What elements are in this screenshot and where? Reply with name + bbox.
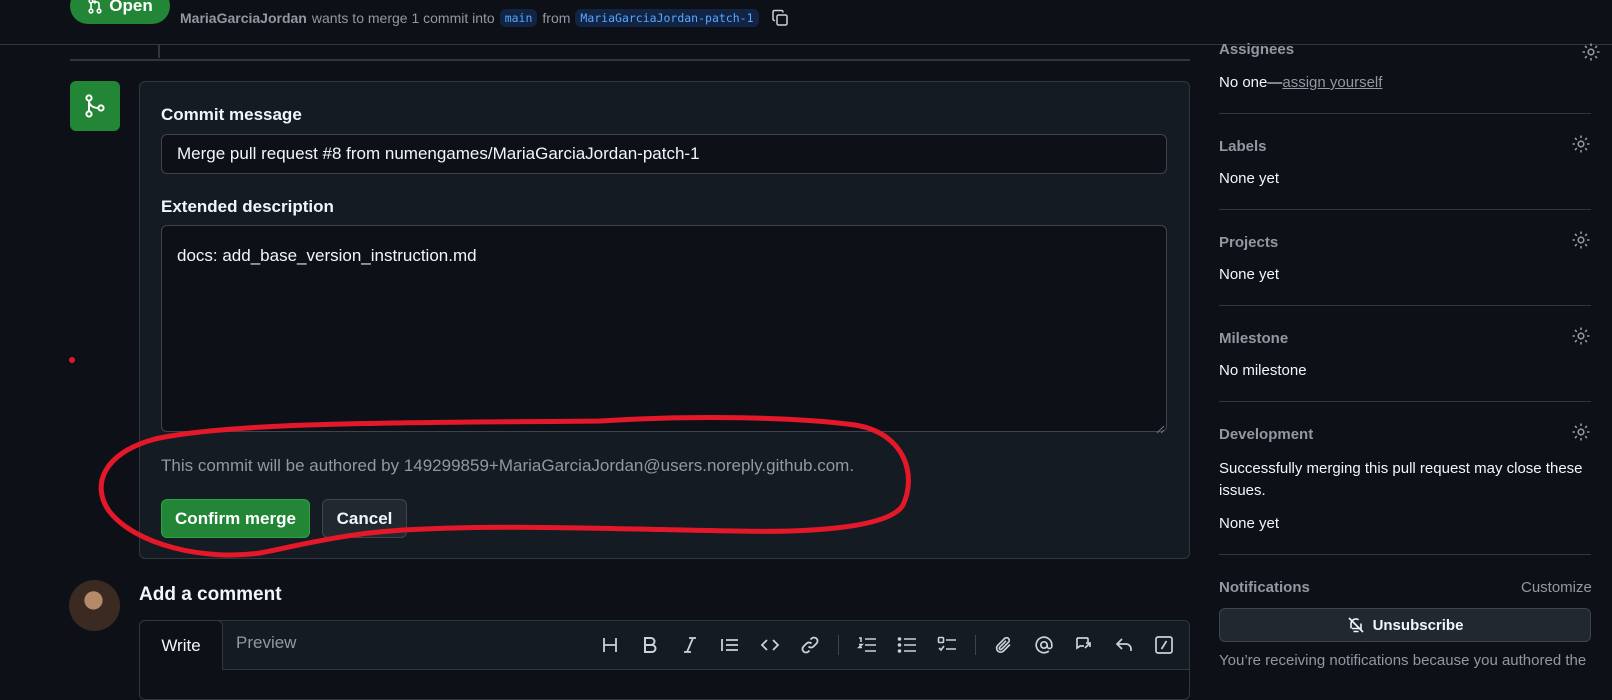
unsubscribe-label: Unsubscribe [1372,616,1464,634]
head-branch[interactable]: MariaGarciaJordan-patch-1 [575,9,759,27]
copy-icon[interactable] [770,8,790,28]
base-branch[interactable]: main [499,9,538,27]
bell-slash-icon [1347,616,1365,634]
toolbar-divider [838,635,839,655]
attachment-icon[interactable] [984,632,1024,658]
projects-title[interactable]: Projects [1219,234,1278,251]
unsubscribe-button[interactable]: Unsubscribe [1219,608,1591,642]
milestone-title[interactable]: Milestone [1219,330,1288,347]
commit-author-note: This commit will be authored by 14929985… [161,456,855,475]
milestone-value: No milestone [1219,362,1307,379]
notifications-title: Notifications [1219,579,1310,596]
tab-write[interactable]: Write [139,620,223,670]
commit-message-input[interactable] [161,134,1167,174]
gear-icon[interactable] [1571,134,1591,154]
gear-icon[interactable] [1571,326,1591,346]
timeline-line [158,44,160,58]
confirm-merge-button[interactable]: Confirm merge [161,499,310,538]
development-title[interactable]: Development [1219,426,1313,443]
mention-icon[interactable] [1024,632,1064,658]
cross-reference-icon[interactable] [1064,632,1104,658]
reply-icon[interactable] [1104,632,1144,658]
resize-grip-icon[interactable] [1155,421,1165,439]
cancel-button[interactable]: Cancel [322,499,407,538]
extended-description-label: Extended description [161,197,334,216]
assignees-title[interactable]: Assignees [1219,41,1294,58]
add-comment-heading: Add a comment [139,584,282,605]
annotation-dot [69,357,75,363]
unordered-list-icon[interactable] [887,632,927,658]
pr-author-link[interactable]: MariaGarciaJordan [180,10,307,26]
gear-icon[interactable] [1581,42,1601,62]
assignees-none: No one— [1219,74,1283,91]
slash-commands-icon[interactable] [1144,632,1184,658]
pr-state-badge: Open [70,0,170,24]
sidebar-divider [1219,113,1591,114]
commit-message-label: Commit message [161,105,302,124]
pr-state-label: Open [109,0,153,15]
merge-summary: MariaGarciaJordan wants to merge 1 commi… [180,8,790,28]
customize-link[interactable]: Customize [1521,579,1592,596]
assignees-value: No one—assign yourself [1219,74,1382,91]
toolbar-divider [975,635,976,655]
markdown-toolbar [590,632,1184,658]
heading-icon[interactable] [590,632,630,658]
user-avatar[interactable] [69,580,120,631]
development-value: None yet [1219,515,1280,532]
sidebar-divider [1219,305,1591,306]
task-list-icon[interactable] [927,632,967,658]
timeline-divider [70,59,1190,61]
gear-icon[interactable] [1571,230,1591,250]
merge-text: wants to merge 1 commit into [311,10,495,26]
sidebar-divider [1219,554,1591,555]
projects-value: None yet [1219,266,1280,283]
tab-preview[interactable]: Preview [236,633,296,653]
sidebar-divider [1219,401,1591,402]
italic-icon[interactable] [670,632,710,658]
development-note: Successfully merging this pull request m… [1219,460,1583,499]
git-pull-request-icon [87,0,103,14]
notifications-note: You’re receiving notifications because y… [1219,652,1587,669]
from-text: from [542,10,571,26]
code-icon[interactable] [750,632,790,658]
bold-icon[interactable] [630,632,670,658]
sidebar-divider [1219,209,1591,210]
link-icon[interactable] [790,632,830,658]
extended-description-textarea[interactable]: docs: add_base_version_instruction.md [161,225,1167,432]
ordered-list-icon[interactable] [847,632,887,658]
git-merge-icon [70,81,120,131]
labels-title[interactable]: Labels [1219,138,1267,155]
gear-icon[interactable] [1571,422,1591,442]
quote-icon[interactable] [710,632,750,658]
assign-yourself-link[interactable]: assign yourself [1282,74,1382,91]
labels-value: None yet [1219,170,1280,187]
